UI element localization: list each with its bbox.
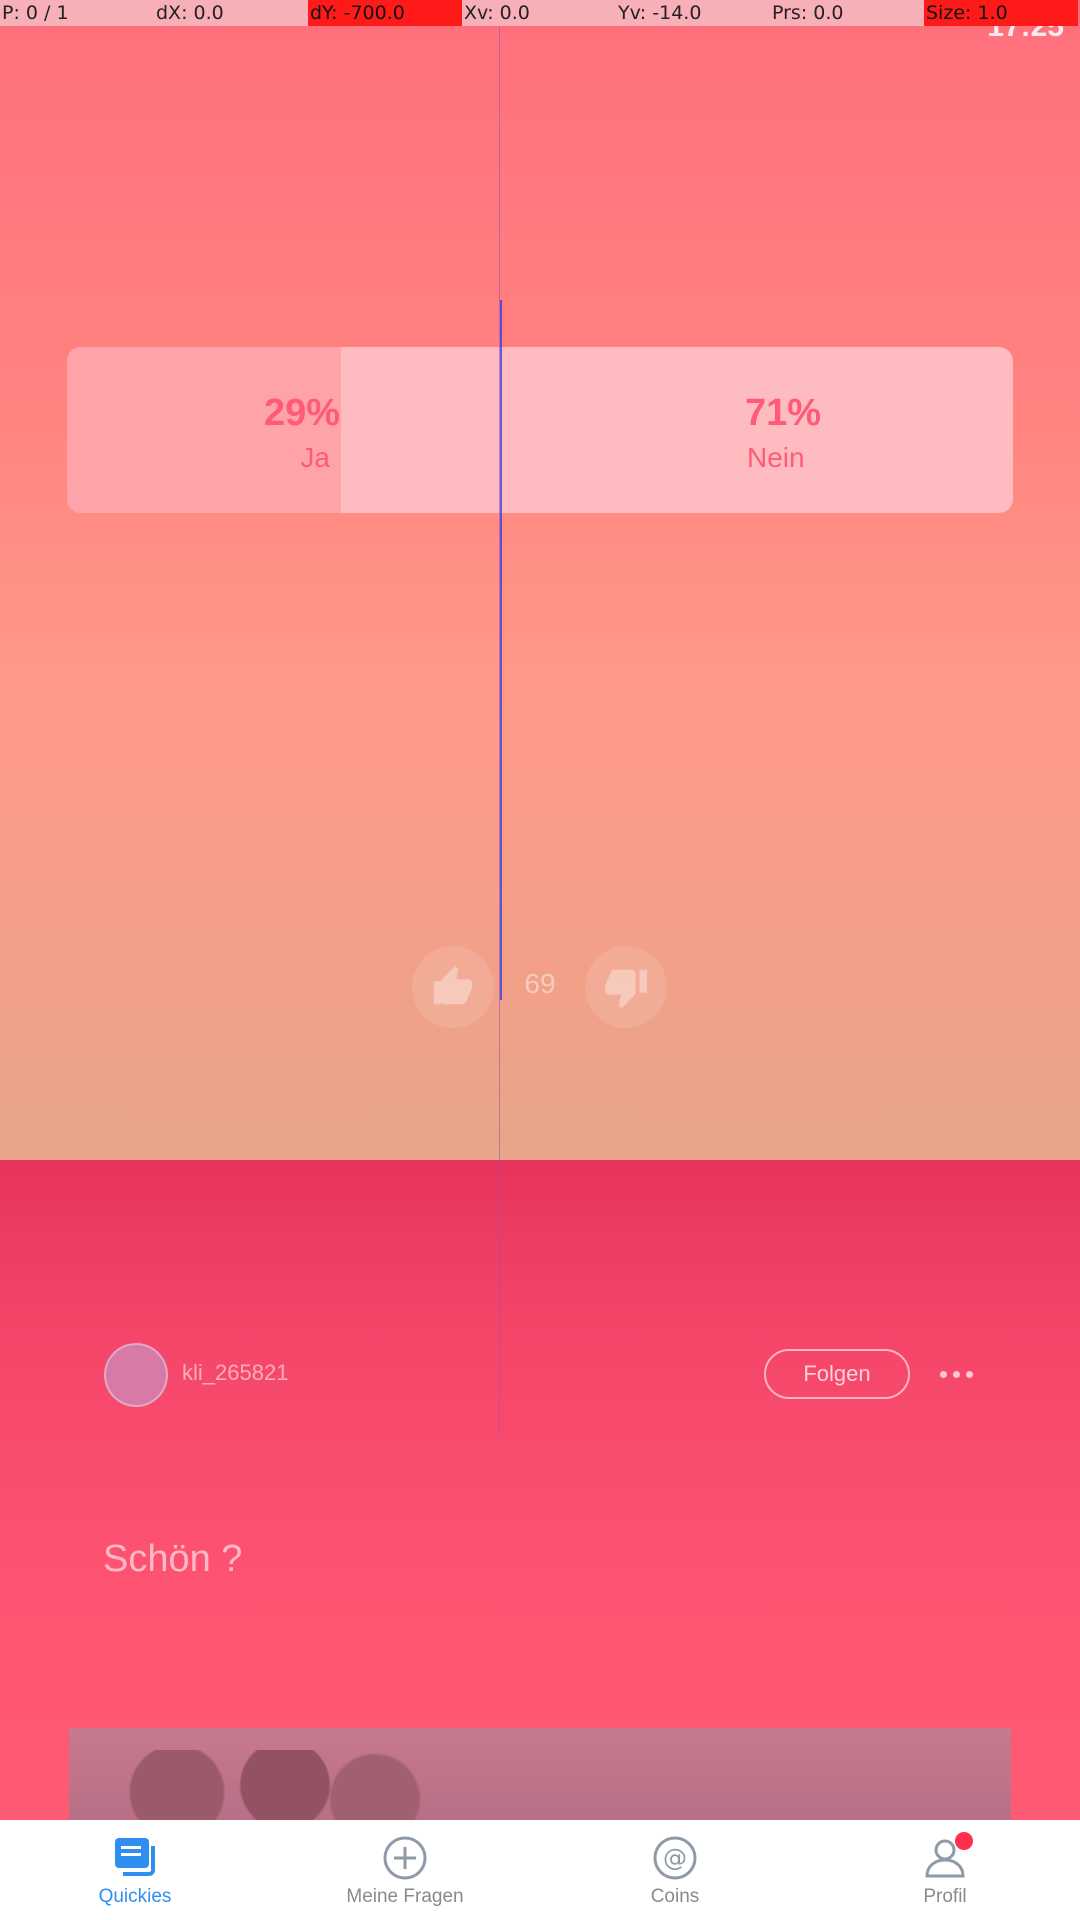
nav-label-coins: Coins	[650, 1886, 700, 1907]
debug-dy: dY: -700.0	[308, 0, 462, 26]
pointer-debug-bar: P: 0 / 1 dX: 0.0 dY: -700.0 Xv: 0.0 Yv: …	[0, 0, 1080, 26]
debug-yv: Yv: -14.0	[616, 0, 770, 26]
debug-pointer: P: 0 / 1	[0, 0, 154, 26]
debug-size: Size: 1.0	[924, 0, 1078, 26]
thumbs-down-icon	[605, 969, 648, 1009]
nav-item-coins[interactable]: @ Coins	[540, 1820, 810, 1920]
svg-text:@: @	[663, 1844, 687, 1872]
avatar[interactable]	[104, 1343, 168, 1407]
thumbs-up-icon	[433, 965, 473, 1005]
debug-xv: Xv: 0.0	[462, 0, 616, 26]
image-trees	[69, 1750, 429, 1820]
quickies-icon	[111, 1834, 159, 1882]
nav-label-meine-fragen: Meine Fragen	[346, 1886, 464, 1907]
yes-percent: 29%	[263, 392, 340, 434]
nav-item-quickies[interactable]: Quickies	[0, 1820, 270, 1920]
nav-label-profil: Profil	[923, 1886, 967, 1907]
username[interactable]: kli_265821	[182, 1360, 288, 1386]
nav-item-meine-fragen[interactable]: Meine Fragen	[270, 1820, 540, 1920]
more-options-icon[interactable]	[940, 1364, 976, 1384]
vote-count: 69	[524, 968, 556, 999]
notification-dot	[955, 1832, 973, 1850]
follow-button[interactable]: Folgen	[764, 1349, 910, 1399]
bottom-navigation: Quickies Meine Fragen @ Coins Profil	[0, 1820, 1080, 1920]
vote-row: 69	[0, 946, 1080, 1028]
question-image[interactable]	[69, 1728, 1011, 1820]
question-card	[0, 1160, 1080, 1820]
add-circle-icon	[381, 1834, 429, 1882]
poll-result-bar: 29% Ja 71% Nein	[67, 347, 1013, 513]
previous-question-card: 29% Ja 71% Nein 69	[0, 0, 1080, 1160]
thumbs-up-button[interactable]	[412, 946, 494, 1028]
no-label: Nein	[747, 442, 805, 473]
nav-item-profil[interactable]: Profil	[810, 1820, 1080, 1920]
yes-label: Ja	[300, 442, 330, 473]
thumbs-down-button[interactable]	[585, 946, 667, 1028]
question-text: Schön ?	[103, 1538, 243, 1580]
at-coin-icon: @	[651, 1834, 699, 1882]
debug-dx: dX: 0.0	[154, 0, 308, 26]
profile-icon	[921, 1832, 973, 1882]
touch-trace-path	[500, 300, 502, 1000]
nav-label-quickies: Quickies	[98, 1886, 172, 1907]
debug-prs: Prs: 0.0	[770, 0, 924, 26]
no-percent: 71%	[745, 392, 822, 434]
